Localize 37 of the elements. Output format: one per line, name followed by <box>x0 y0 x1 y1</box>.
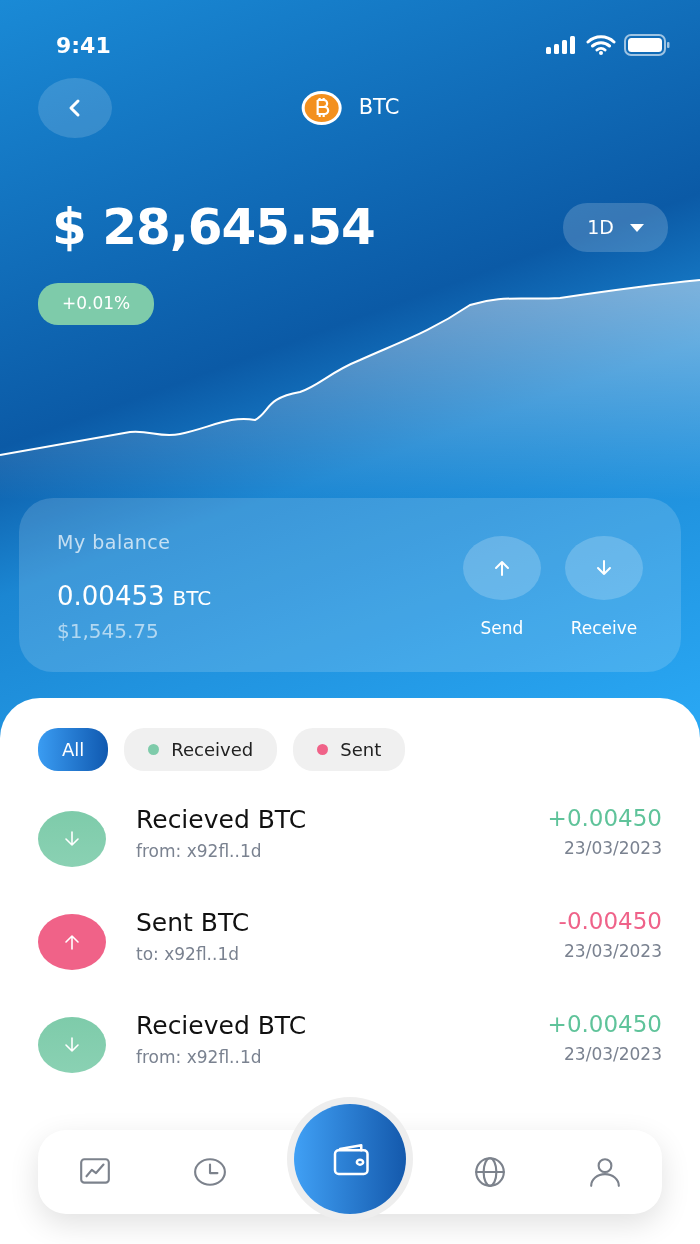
caret-icon <box>630 223 644 232</box>
balance-fiat: $1,545.75 <box>57 617 160 645</box>
balance-amount: 0.00453 <box>57 579 165 613</box>
signal-icon <box>546 36 578 54</box>
balance-unit: BTC <box>172 584 212 612</box>
bitcoin-icon <box>300 90 343 126</box>
coin-title: BTC <box>358 94 400 122</box>
transaction-date: 23/03/2023 <box>564 836 662 860</box>
transaction-address: from: x92fl..1d <box>136 839 263 863</box>
down-arrow-icon <box>595 559 613 577</box>
transaction-amount: -0.00450 <box>558 907 662 936</box>
filter-chip[interactable]: All <box>38 728 109 771</box>
balance-label: My balance <box>57 530 172 555</box>
transaction-date: 23/03/2023 <box>564 939 662 963</box>
transaction-address: from: x92fl..1d <box>136 1045 263 1069</box>
status-time: 9:41 <box>56 31 111 60</box>
filter-chip[interactable]: Received <box>124 728 278 771</box>
wifi-icon <box>586 35 616 55</box>
globe-icon <box>473 1155 508 1189</box>
action-label: Send <box>480 617 524 640</box>
up-arrow-icon <box>493 559 511 577</box>
filter-chip[interactable]: Sent <box>293 728 406 771</box>
period-dropdown[interactable]: 1D <box>563 203 668 252</box>
transaction-title: Recieved BTC <box>136 804 308 836</box>
transaction-address: to: x92fl..1d <box>136 942 240 966</box>
clock-icon <box>192 1155 227 1189</box>
transaction-amount: +0.00450 <box>547 804 662 833</box>
profile-icon <box>587 1155 622 1189</box>
price-value: $ 28,645.54 <box>52 197 375 258</box>
battery-icon <box>624 34 670 56</box>
transaction-title: Recieved BTC <box>136 1010 308 1042</box>
transaction-title: Sent BTC <box>136 907 251 939</box>
action-label: Receive <box>570 617 638 640</box>
back-icon <box>68 98 82 118</box>
change-badge: +0.01% <box>38 283 155 325</box>
transaction-amount: +0.00450 <box>547 1010 662 1039</box>
transaction-date: 23/03/2023 <box>564 1042 662 1066</box>
